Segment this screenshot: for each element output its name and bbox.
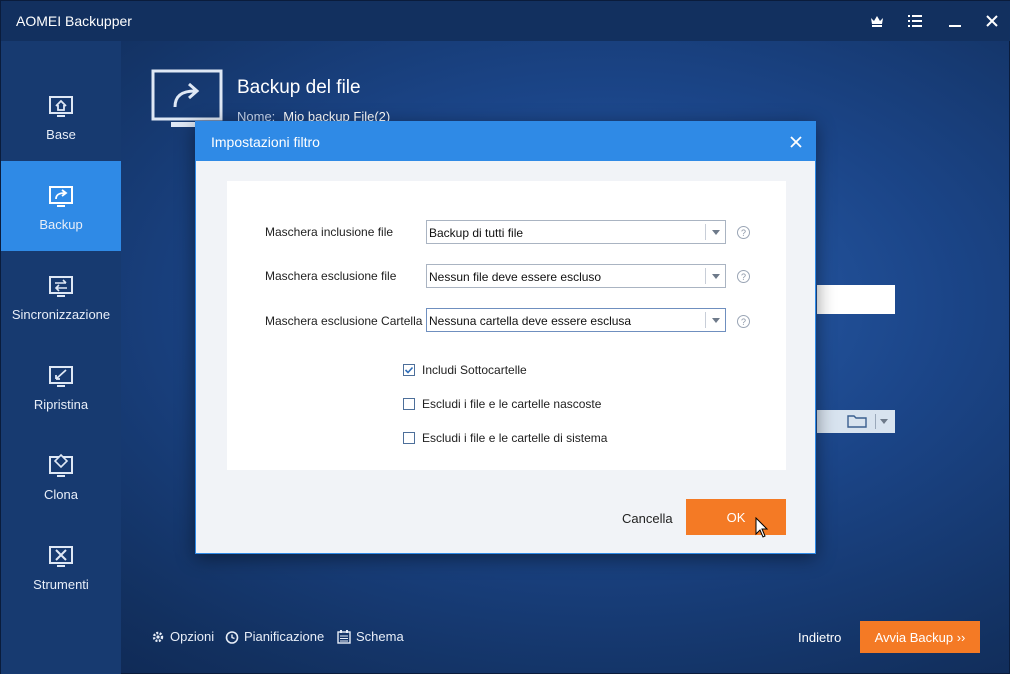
chevron-down-icon — [712, 318, 720, 323]
menu-icon[interactable] — [903, 9, 927, 33]
exclude-file-mask-label: Maschera esclusione file — [265, 269, 397, 283]
sidebar-item-tools[interactable]: Strumenti — [1, 521, 121, 611]
background-field — [817, 285, 895, 314]
app-title: AOMEI Backupper — [16, 13, 132, 29]
home-monitor-icon — [49, 95, 73, 117]
checkbox-checked[interactable] — [403, 364, 415, 376]
chevron-down-icon — [880, 419, 888, 424]
start-backup-button[interactable]: Avvia Backup ›› — [860, 621, 980, 653]
exclude-file-mask-value: Nessun file deve essere escluso — [429, 270, 602, 284]
page-title: Backup del file — [237, 77, 361, 98]
backup-monitor-icon — [151, 69, 223, 127]
help-icon[interactable]: ? — [737, 315, 750, 328]
close-icon[interactable] — [787, 133, 805, 151]
sidebar-item-label: Backup — [39, 216, 83, 232]
minimize-icon[interactable] — [943, 9, 967, 33]
exclude-system-checkbox[interactable]: Escludi i file e le cartelle di sistema — [403, 431, 607, 445]
include-subfolders-label: Includi Sottocartelle — [422, 363, 527, 377]
schedule-label: Pianificazione — [244, 629, 325, 644]
help-icon[interactable]: ? — [737, 270, 750, 283]
exclude-folder-mask-label: Maschera esclusione Cartella — [265, 314, 423, 328]
sidebar-item-label: Ripristina — [33, 396, 89, 412]
crown-icon[interactable] — [865, 9, 889, 33]
cancel-button[interactable]: Cancella — [622, 511, 673, 526]
gear-icon — [152, 631, 164, 642]
restore-monitor-icon — [49, 365, 73, 387]
sidebar-item-base[interactable]: Base — [1, 71, 121, 161]
sidebar-item-label: Strumenti — [33, 576, 89, 592]
tools-monitor-icon — [49, 545, 73, 567]
folder-icon — [847, 415, 867, 428]
app-window: AOMEI Backupper Base Backup Sincronizzaz… — [0, 0, 1010, 674]
exclude-folder-mask-combo[interactable]: Nessuna cartella deve essere esclusa — [426, 308, 726, 332]
checkbox-unchecked[interactable] — [403, 398, 415, 410]
clone-monitor-icon — [49, 453, 73, 477]
options-label: Opzioni — [170, 629, 215, 644]
clock-icon — [225, 630, 239, 644]
chevron-down-icon — [712, 230, 720, 235]
scheme-link[interactable]: Schema — [337, 629, 404, 644]
separator — [705, 268, 706, 284]
calendar-icon — [337, 629, 351, 644]
exclude-file-mask-combo[interactable]: Nessun file deve essere escluso — [426, 264, 726, 288]
filter-panel: Maschera inclusione file Backup di tutti… — [227, 181, 786, 470]
destination-field[interactable] — [817, 410, 895, 433]
scheme-label: Schema — [356, 629, 404, 644]
sidebar-item-backup[interactable]: Backup — [1, 161, 121, 251]
close-icon[interactable] — [980, 9, 1004, 33]
include-subfolders-checkbox[interactable]: Includi Sottocartelle — [403, 363, 527, 377]
sync-monitor-icon — [49, 275, 73, 297]
back-button[interactable]: Indietro — [798, 630, 841, 645]
sidebar-item-restore[interactable]: Ripristina — [1, 341, 121, 431]
exclude-hidden-label: Escludi i file e le cartelle nascoste — [422, 397, 602, 411]
sidebar-item-label: Clona — [44, 486, 78, 502]
dialog-header: Impostazioni filtro — [196, 122, 815, 161]
filter-settings-dialog: Impostazioni filtro Maschera inclusione … — [195, 121, 816, 554]
schedule-link[interactable]: Pianificazione — [225, 629, 324, 644]
separator — [875, 414, 876, 429]
checkbox-unchecked[interactable] — [403, 432, 415, 444]
ok-button[interactable]: OK — [686, 499, 786, 535]
options-link[interactable]: Opzioni — [151, 629, 214, 644]
check-icon — [404, 366, 414, 374]
include-mask-combo[interactable]: Backup di tutti file — [426, 220, 726, 244]
sidebar-item-label: Base — [46, 126, 76, 142]
mouse-cursor-icon — [755, 517, 769, 538]
sidebar-item-sync[interactable]: Sincronizzazione — [1, 251, 121, 341]
sidebar: Base Backup Sincronizzazione Ripristina … — [1, 41, 121, 674]
separator — [705, 224, 706, 240]
include-mask-label: Maschera inclusione file — [265, 225, 394, 239]
include-mask-value: Backup di tutti file — [429, 226, 524, 240]
chevron-down-icon — [712, 274, 720, 279]
dialog-title: Impostazioni filtro — [211, 134, 320, 150]
help-icon[interactable]: ? — [737, 226, 750, 239]
exclude-hidden-checkbox[interactable]: Escludi i file e le cartelle nascoste — [403, 397, 601, 411]
separator — [705, 312, 706, 328]
title-bar: AOMEI Backupper — [1, 1, 1010, 41]
sidebar-item-clone[interactable]: Clona — [1, 431, 121, 521]
backup-monitor-icon — [49, 185, 73, 207]
exclude-system-label: Escludi i file e le cartelle di sistema — [422, 431, 608, 445]
sidebar-item-label: Sincronizzazione — [11, 306, 111, 322]
exclude-folder-mask-value: Nessuna cartella deve essere esclusa — [429, 314, 632, 328]
